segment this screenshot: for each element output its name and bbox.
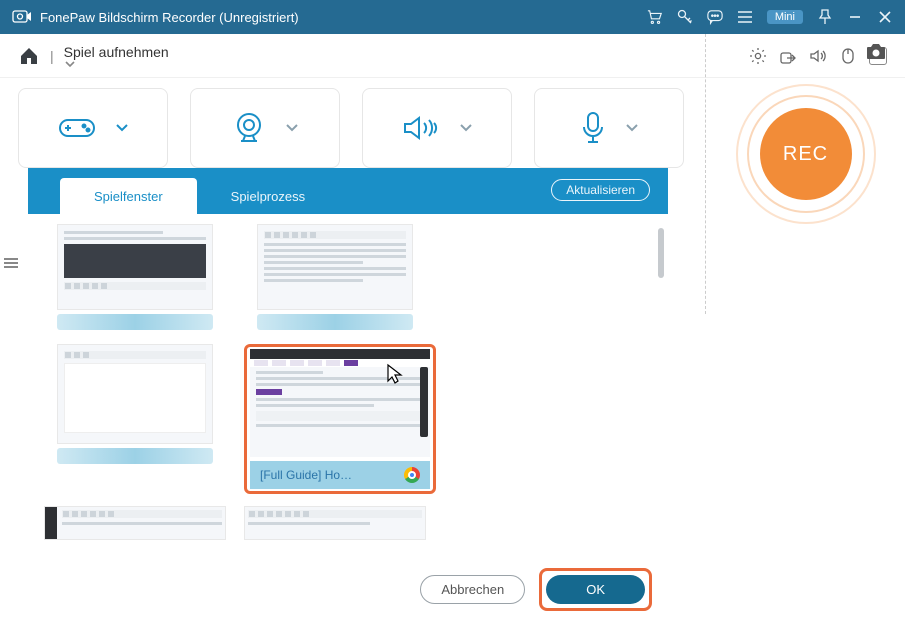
window-thumbnail[interactable] [244,224,426,330]
mode-label: Spiel aufnehmen [64,44,169,60]
window-thumbnail[interactable] [44,506,226,540]
record-panel: REC [705,34,905,314]
close-icon[interactable] [877,9,893,25]
chrome-icon [404,467,420,483]
refresh-button[interactable]: Aktualisieren [551,179,650,201]
window-thumbnail-selected[interactable]: [Full Guide] Ho… [244,344,436,494]
webcam-icon [231,111,267,145]
thumbnail-label-placeholder [57,314,213,330]
thumbnail-label-placeholder [57,448,213,464]
cursor-icon [386,363,404,385]
audio-source-card[interactable] [362,88,512,168]
microphone-icon [579,110,607,146]
mini-mode-button[interactable]: Mini [767,10,803,24]
scrollbar[interactable] [658,228,664,278]
key-icon[interactable] [677,9,693,25]
titlebar: FonePaw Bildschirm Recorder (Unregistrie… [0,0,905,34]
window-thumbnail[interactable] [44,344,226,494]
app-logo-icon [12,9,32,25]
separator: | [50,48,54,64]
pin-icon[interactable] [817,9,833,25]
cancel-button[interactable]: Abbrechen [420,575,525,604]
popup-tabs: Spielfenster Spielprozess Aktualisieren [28,168,668,214]
thumbnail-label-placeholder [257,314,413,330]
feedback-icon[interactable] [707,9,723,25]
mode-selector[interactable]: Spiel aufnehmen [64,44,173,68]
ok-highlight: OK [539,568,652,611]
mic-source-card[interactable] [534,88,684,168]
tab-game-process[interactable]: Spielprozess [197,178,339,214]
menu-icon[interactable] [737,9,753,25]
popup-actions: Abbrechen OK [28,560,668,625]
screenshot-icon[interactable] [865,42,887,60]
thumbnail-caption: [Full Guide] Ho… [260,468,396,482]
webcam-source-card[interactable] [190,88,340,168]
game-source-card[interactable] [18,88,168,168]
ok-button[interactable]: OK [546,575,645,604]
window-thumbnail[interactable] [44,224,226,330]
popup-body: [Full Guide] Ho… [28,214,668,560]
app-title: FonePaw Bildschirm Recorder (Unregistrie… [40,10,647,25]
tab-game-window[interactable]: Spielfenster [60,178,197,214]
minimize-icon[interactable] [847,9,863,25]
window-picker-popup: Spielfenster Spielprozess Aktualisieren [28,168,668,625]
window-thumbnail[interactable] [244,506,426,540]
record-button[interactable]: REC [736,84,876,224]
chevron-down-icon [625,123,639,133]
chevron-down-icon [459,123,473,133]
gamepad-icon [57,114,97,142]
speaker-icon [401,112,441,144]
chevron-down-icon [64,60,173,68]
chevron-down-icon [115,123,129,133]
chevron-down-icon [285,123,299,133]
panel-handle-icon[interactable] [4,258,18,270]
cart-icon[interactable] [647,9,663,25]
main-area: REC Spielfenster Spielprozess Aktualisie… [0,78,905,619]
home-icon[interactable] [18,45,40,67]
